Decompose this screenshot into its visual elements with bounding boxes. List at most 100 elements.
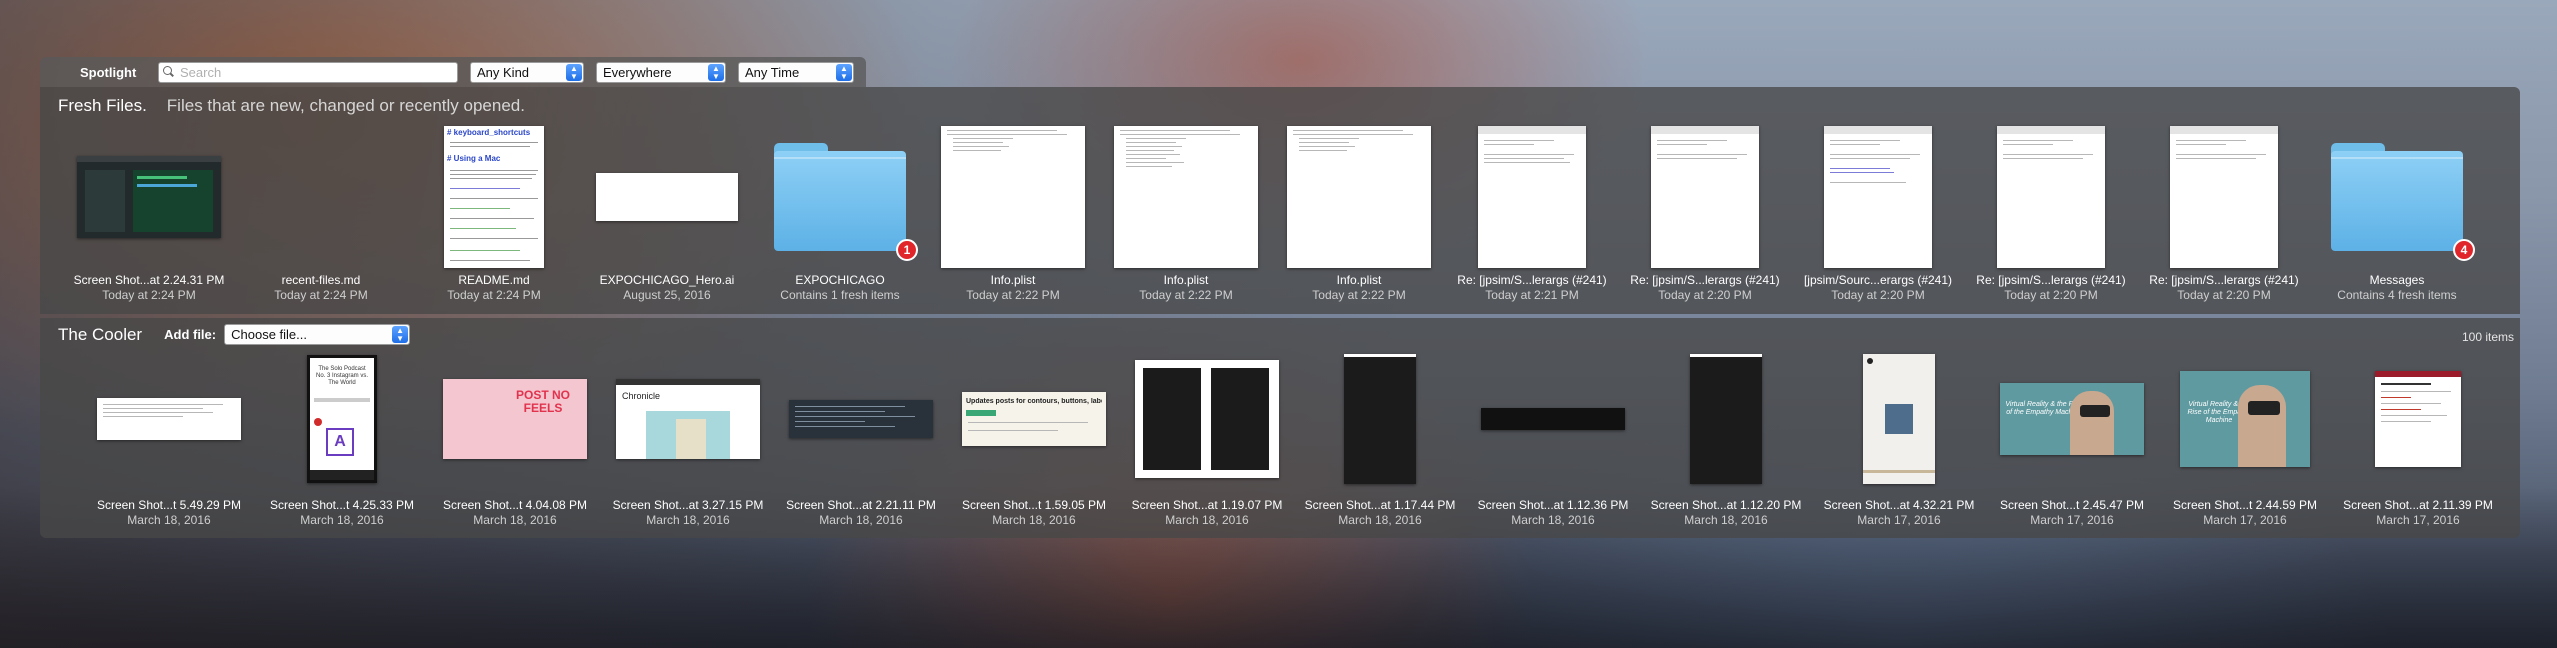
file-thumbnail — [2139, 123, 2309, 271]
file-thumbnail — [1620, 123, 1790, 271]
file-thumbnail — [236, 123, 406, 271]
fresh-files-header: Fresh Files. Files that are new, changed… — [58, 96, 525, 116]
file-date: Today at 2:24 PM — [274, 288, 368, 302]
file-thumbnail: The Solo Podcast No. 3 Instagram vs. The… — [257, 354, 427, 484]
time-popup-value: Any Time — [745, 64, 800, 80]
items-count: 100 items — [2461, 330, 2514, 344]
file-date: March 17, 2016 — [2376, 513, 2460, 527]
folder-icon: 4 — [2331, 143, 2475, 261]
magnifier-icon — [163, 66, 175, 78]
add-file-label: Add file: — [164, 327, 217, 342]
fresh-files-subtitle: Files that are new, changed or recently … — [166, 96, 525, 115]
file-thumbnail: # keyboard_shortcuts # Using a Mac — [409, 123, 579, 271]
kind-popup[interactable]: Any Kind ▲ ▼ — [470, 61, 584, 83]
file-name: Info.plist — [1163, 273, 1209, 287]
file-thumbnail: Updates posts for contours, buttons, lab… — [949, 354, 1119, 484]
file-date: March 18, 2016 — [1338, 513, 1422, 527]
file-date: Today at 2:22 PM — [966, 288, 1060, 302]
file-thumbnail — [84, 354, 254, 484]
count-badge: 4 — [2453, 239, 2475, 261]
chronicle-text: Chronicle — [622, 391, 661, 401]
fresh-files-title: Fresh Files. — [58, 96, 147, 115]
file-name: Screen Shot...t 4.04.08 PM — [442, 498, 588, 512]
file-date: Today at 2:22 PM — [1139, 288, 1233, 302]
file-thumbnail — [1295, 354, 1465, 484]
file-date: March 18, 2016 — [1684, 513, 1768, 527]
file-name: Screen Shot...at 2.21.11 PM — [786, 498, 936, 512]
file-date: Today at 2:20 PM — [2177, 288, 2271, 302]
cooler-header: The Cooler Add file: Choose file... ▲ ▼ — [58, 324, 411, 345]
file-name: Re: [jpsim/S...lerargs (#241) — [1976, 273, 2126, 287]
file-date: Today at 2:22 PM — [1312, 288, 1406, 302]
location-popup[interactable]: Everywhere ▲ ▼ — [596, 61, 726, 83]
post-no-feels-text: POST NO FEELS — [515, 388, 570, 415]
file-date: March 18, 2016 — [127, 513, 211, 527]
file-date: Today at 2:20 PM — [2004, 288, 2098, 302]
file-thumbnail: Chronicle — [603, 354, 773, 484]
file-name: Screen Shot...at 1.17.44 PM — [1304, 498, 1456, 512]
file-thumbnail — [776, 354, 946, 484]
file-thumbnail — [928, 123, 1098, 271]
file-name: Screen Shot...t 1.59.05 PM — [961, 498, 1107, 512]
file-name: Messages — [2369, 273, 2425, 287]
file-name: Screen Shot...t 2.45.47 PM — [1999, 498, 2145, 512]
file-date: Contains 4 fresh items — [2337, 288, 2457, 302]
updown-arrows-icon: ▲ ▼ — [566, 63, 582, 81]
file-name: Re: [jpsim/S...lerargs (#241) — [1457, 273, 1607, 287]
file-thumbnail — [1468, 354, 1638, 484]
file-date: March 18, 2016 — [1165, 513, 1249, 527]
file-date: March 18, 2016 — [992, 513, 1076, 527]
file-date: August 25, 2016 — [623, 288, 711, 302]
file-date: March 18, 2016 — [646, 513, 730, 527]
updown-arrows-icon: ▲ ▼ — [836, 63, 852, 81]
file-thumbnail: Virtual Reality & the Rise of the Empath… — [1987, 354, 2157, 484]
file-name: Re: [jpsim/S...lerargs (#241) — [1630, 273, 1780, 287]
file-thumbnail — [582, 123, 752, 271]
file-name: Re: [jpsim/S...lerargs (#241) — [2149, 273, 2299, 287]
file-date: March 18, 2016 — [819, 513, 903, 527]
cooler-panel: The Cooler Add file: Choose file... ▲ ▼ 1… — [40, 318, 2520, 538]
file-name: EXPOCHICAGO_Hero.ai — [599, 273, 735, 287]
fresh-files-panel: Fresh Files. Files that are new, changed… — [40, 87, 2520, 314]
file-name: Info.plist — [990, 273, 1036, 287]
updown-arrows-icon: ▲ ▼ — [392, 326, 409, 343]
count-badge: 1 — [896, 239, 918, 261]
file-date: Today at 2:21 PM — [1485, 288, 1579, 302]
file-name: EXPOCHICAGO — [795, 273, 885, 287]
file-name: Screen Shot...t 2.44.59 PM — [2172, 498, 2318, 512]
file-date: Today at 2:24 PM — [447, 288, 541, 302]
file-name: Screen Shot...at 4.32.21 PM — [1823, 498, 1975, 512]
location-popup-value: Everywhere — [603, 64, 672, 80]
time-popup[interactable]: Any Time ▲ ▼ — [738, 61, 854, 83]
file-thumbnail: POST NO FEELS — [430, 354, 600, 484]
file-thumbnail — [1641, 354, 1811, 484]
spotlight-label: Spotlight — [80, 64, 137, 80]
file-thumbnail — [1966, 123, 2136, 271]
file-name: Info.plist — [1336, 273, 1382, 287]
search-field[interactable] — [158, 61, 458, 83]
podcast-title: The Solo Podcast No. 3 Instagram vs. The… — [315, 366, 369, 386]
file-name: [jpsim/Sourc...erargs (#241) — [1803, 273, 1953, 287]
file-thumbnail — [1793, 123, 1963, 271]
file-date: March 17, 2016 — [1857, 513, 1941, 527]
file-thumbnail — [64, 123, 234, 271]
kind-popup-value: Any Kind — [477, 64, 530, 80]
readme-subheading: # Using a Mac — [447, 154, 501, 163]
folder-icon: 1 — [774, 143, 918, 261]
file-name: Screen Shot...at 2.11.39 PM — [2343, 498, 2493, 512]
file-date: March 17, 2016 — [2030, 513, 2114, 527]
file-date: Today at 2:24 PM — [102, 288, 196, 302]
file-date: March 17, 2016 — [2203, 513, 2287, 527]
file-date: March 18, 2016 — [473, 513, 557, 527]
choose-file-popup[interactable]: Choose file... ▲ ▼ — [224, 324, 411, 345]
file-thumbnail — [1101, 123, 1271, 271]
file-thumbnail — [1447, 123, 1617, 271]
file-date: Contains 1 fresh items — [780, 288, 900, 302]
file-thumbnail — [1122, 354, 1292, 484]
file-thumbnail — [2333, 354, 2503, 484]
updown-arrows-icon: ▲ ▼ — [708, 63, 724, 81]
file-date: March 18, 2016 — [300, 513, 384, 527]
file-thumbnail — [1814, 354, 1984, 484]
file-name: Screen Shot...at 2.24.31 PM — [73, 273, 225, 287]
search-input[interactable] — [180, 64, 450, 80]
